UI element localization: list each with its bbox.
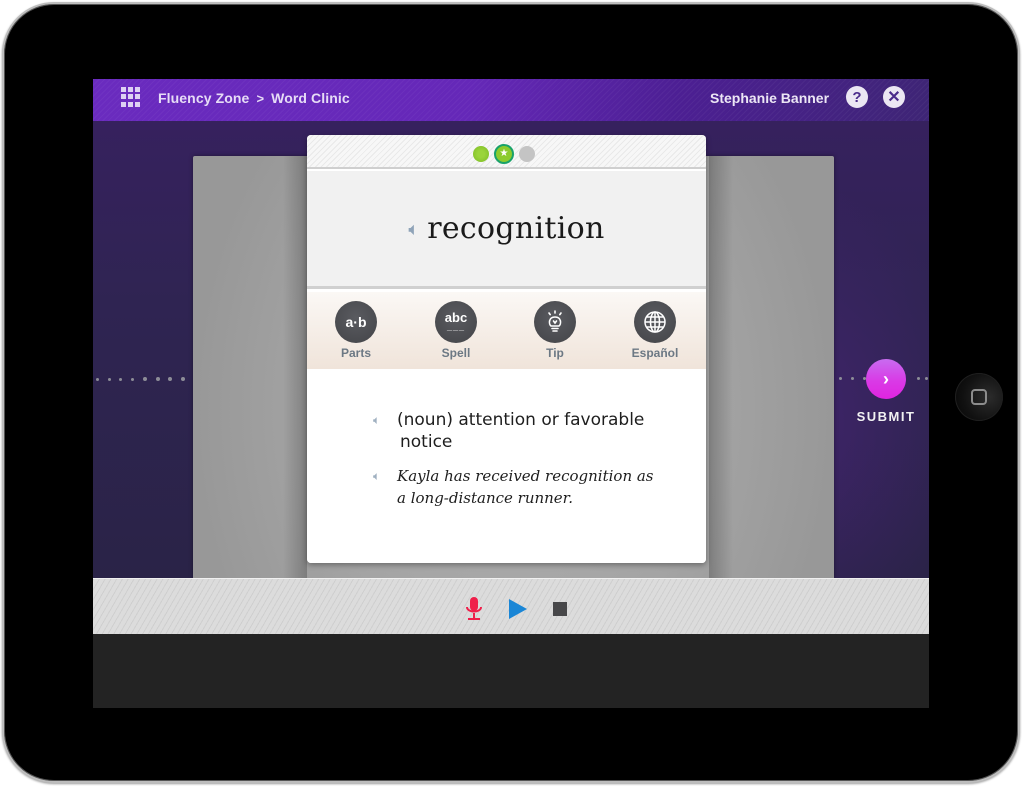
definition-text: (noun) attention or favorable notice: [397, 410, 645, 452]
tool-parts-button[interactable]: a·b Parts: [321, 301, 391, 360]
word-display: 🔈︎ recognition: [307, 171, 706, 289]
speaker-icon[interactable]: 🔈︎: [408, 219, 419, 240]
play-icon[interactable]: [509, 599, 527, 619]
card-header: ★: [307, 135, 706, 169]
submit-button[interactable]: ›: [866, 359, 906, 399]
chevron-right-icon: >: [256, 90, 265, 106]
tool-tip-button[interactable]: Tip: [520, 301, 590, 360]
close-button[interactable]: ✕: [883, 86, 905, 108]
lightbulb-icon: [534, 301, 576, 343]
user-name: Stephanie Banner: [710, 90, 830, 106]
apps-grid-icon[interactable]: [121, 87, 141, 107]
word-tools: a·b Parts abc ___ Spell Tip Español: [307, 292, 706, 369]
word-card: ★ 🔈︎ recognition a·b Parts abc ___ Spell…: [307, 135, 706, 563]
microphone-icon[interactable]: [464, 596, 484, 622]
tool-label: Spell: [441, 346, 471, 360]
bottom-empty-area: [93, 634, 929, 708]
progress-trail-left: [93, 376, 188, 382]
question-icon: ?: [852, 88, 862, 106]
breadcrumb-item-fluency-zone[interactable]: Fluency Zone: [158, 90, 249, 106]
breadcrumb-item-word-clinic: Word Clinic: [271, 90, 350, 106]
speaker-icon[interactable]: 🔈︎: [373, 469, 397, 484]
help-button[interactable]: ?: [846, 86, 868, 108]
step-dot-current: ★: [494, 144, 514, 164]
stop-icon[interactable]: [553, 602, 567, 616]
chevron-right-icon: ›: [883, 368, 889, 389]
top-bar: Fluency Zone > Word Clinic Stephanie Ban…: [93, 79, 929, 121]
tool-spell-button[interactable]: abc ___ Spell: [421, 301, 491, 360]
recorder-bar: [93, 578, 929, 634]
app-screen: Fluency Zone > Word Clinic Stephanie Ban…: [93, 79, 929, 708]
home-button[interactable]: [955, 373, 1003, 421]
close-icon: ✕: [887, 89, 901, 106]
spell-icon: abc ___: [435, 301, 477, 343]
star-icon: ★: [499, 148, 509, 159]
tool-espanol-button[interactable]: Español: [620, 301, 690, 360]
tool-label: Español: [631, 346, 679, 360]
main-area: ★ 🔈︎ recognition a·b Parts abc ___ Spell…: [93, 121, 929, 578]
breadcrumb: Fluency Zone > Word Clinic: [158, 79, 350, 117]
tool-label: Tip: [546, 346, 564, 360]
target-word: recognition: [427, 211, 605, 246]
example-row: 🔈︎ Kayla has received recognition as a l…: [373, 465, 657, 509]
step-dot-pending: [519, 146, 535, 162]
definition-panel: 🔈︎ (noun) attention or favorable notice …: [307, 369, 706, 563]
example-sentence: Kayla has received recognition as a long…: [397, 467, 654, 507]
globe-icon: [634, 301, 676, 343]
step-dot-completed: [473, 146, 489, 162]
step-indicator: ★: [473, 144, 535, 164]
submit-label[interactable]: SUBMIT: [849, 409, 923, 424]
tool-label: Parts: [340, 346, 372, 360]
definition-row: 🔈︎ (noun) attention or favorable notice: [373, 409, 667, 453]
parts-icon: a·b: [335, 301, 377, 343]
speaker-icon[interactable]: 🔈︎: [373, 413, 397, 428]
